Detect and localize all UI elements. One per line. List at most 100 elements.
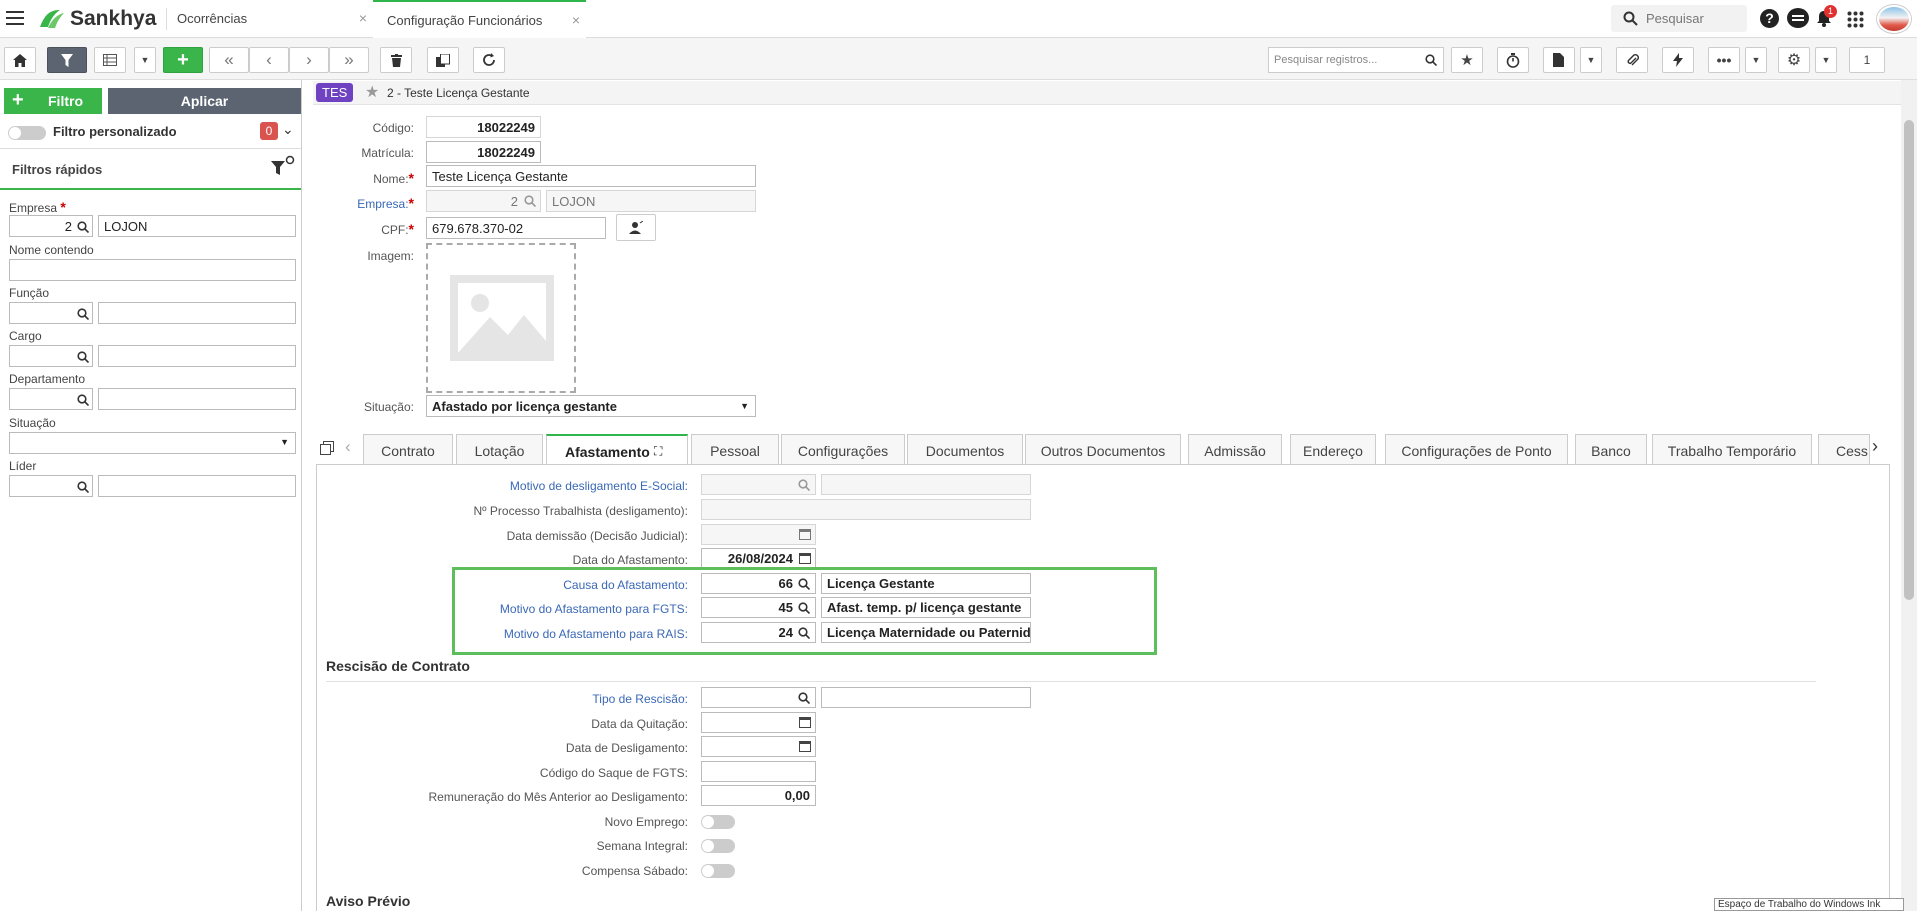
tabs-scroll-right-icon[interactable]: › — [1872, 436, 1878, 457]
attach-button[interactable] — [1616, 47, 1648, 73]
nome-contendo-input[interactable] — [9, 259, 296, 281]
scrollbar-thumb[interactable] — [1904, 120, 1914, 600]
matricula-field[interactable]: 18022249 — [426, 141, 541, 163]
grid-view-dropdown[interactable]: ▼ — [134, 47, 156, 73]
remuneracao-field[interactable]: 0,00 — [701, 785, 816, 806]
situacao-select[interactable]: Afastado por licença gestante ▼ — [426, 395, 756, 417]
export-button[interactable] — [1543, 47, 1575, 73]
tabs-scroll-left-icon[interactable]: ‹ — [345, 437, 351, 457]
tipo-rescisao-label[interactable]: Tipo de Rescisão: — [320, 692, 688, 706]
search-icon — [1623, 11, 1638, 26]
search-records-input[interactable]: Pesquisar registros... — [1268, 47, 1444, 73]
help-icon[interactable]: ? — [1760, 9, 1779, 28]
chevron-down-icon: ▼ — [1821, 55, 1831, 65]
tab-admissao[interactable]: Admissão — [1188, 434, 1282, 464]
semana-integral-toggle[interactable] — [701, 839, 735, 853]
first-record-button[interactable]: « — [209, 47, 249, 73]
file-export-icon — [1553, 53, 1564, 67]
home-button[interactable] — [4, 47, 36, 73]
bell-icon[interactable]: 1 — [1816, 5, 1837, 27]
expand-icon[interactable]: ⛶ — [654, 444, 662, 459]
tab-documentos[interactable]: Documentos — [907, 434, 1023, 464]
search-icon — [798, 578, 810, 590]
search-icon — [524, 195, 536, 207]
empresa-name-input[interactable]: LOJON — [98, 215, 296, 237]
more-dropdown[interactable]: ▼ — [1745, 47, 1767, 73]
tab-banco[interactable]: Banco — [1575, 434, 1647, 464]
calendar-icon[interactable] — [799, 741, 811, 752]
tab-afastamento[interactable]: Afastamento ⛶ — [546, 434, 688, 465]
cargo-name-input[interactable] — [98, 345, 296, 367]
tab-lotacao[interactable]: Lotação — [456, 434, 543, 464]
novo-emprego-label: Novo Emprego: — [604, 815, 688, 829]
export-dropdown[interactable]: ▼ — [1580, 47, 1602, 73]
add-filter-button[interactable]: + Filtro — [4, 88, 102, 114]
empresa-name-field: LOJON — [546, 190, 756, 212]
next-record-button[interactable]: › — [289, 47, 329, 73]
custom-filter-toggle[interactable] — [8, 126, 46, 140]
page-number[interactable]: 1 — [1849, 47, 1885, 73]
tab-configuracoes[interactable]: Configurações — [781, 434, 905, 464]
tab-configuracao-funcionarios[interactable]: Configuração Funcionários × — [373, 0, 586, 38]
last-record-button[interactable]: » — [329, 47, 369, 73]
image-placeholder[interactable] — [426, 243, 576, 393]
add-button[interactable]: + — [163, 47, 203, 73]
cpf-field[interactable]: 679.678.370-02 — [426, 217, 606, 239]
global-search[interactable]: Pesquisar — [1611, 5, 1747, 32]
settings-button[interactable]: ⚙ — [1778, 47, 1810, 73]
settings-dropdown[interactable]: ▼ — [1815, 47, 1837, 73]
apps-grid-icon[interactable] — [1847, 11, 1864, 28]
tab-ocorrencias[interactable]: Ocorrências × — [163, 0, 373, 38]
tab-trabalho-temporario[interactable]: Trabalho Temporário — [1652, 434, 1812, 464]
filter-button[interactable] — [47, 47, 87, 73]
motivo-desligamento-label[interactable]: Motivo de desligamento E-Social: — [320, 479, 688, 493]
tabs-overview-icon[interactable] — [320, 441, 334, 455]
apply-button[interactable]: Aplicar — [108, 88, 301, 114]
chevron-down-icon[interactable]: ⌄ — [282, 121, 294, 138]
funcao-name-input[interactable] — [98, 302, 296, 324]
causa-afastamento-label[interactable]: Causa do Afastamento: — [320, 578, 688, 592]
tab-cess[interactable]: Cess — [1818, 434, 1870, 464]
situacao-filter-label: Situação — [9, 416, 56, 430]
delete-button[interactable] — [380, 47, 412, 73]
star-icon[interactable]: ★ — [365, 82, 379, 102]
avatar[interactable] — [1877, 5, 1911, 33]
empresa-label[interactable]: Empresa:* — [313, 195, 414, 211]
calendar-icon[interactable] — [799, 553, 811, 564]
favorite-button[interactable]: ★ — [1451, 47, 1483, 73]
lider-name-input[interactable] — [98, 475, 296, 497]
sankhya-logo[interactable]: Sankhya — [36, 7, 156, 31]
more-button[interactable]: ••• — [1708, 47, 1740, 73]
chevron-right-icon: › — [306, 50, 312, 69]
situacao-select[interactable]: ▼ — [9, 432, 296, 454]
departamento-name-input[interactable] — [98, 388, 296, 410]
timer-button[interactable] — [1497, 47, 1529, 73]
filter-settings-icon[interactable] — [271, 155, 295, 177]
close-icon[interactable]: × — [359, 10, 367, 26]
menu-icon[interactable] — [6, 11, 24, 25]
motivo-rais-label[interactable]: Motivo do Afastamento para RAIS: — [320, 627, 688, 641]
codigo-saque-fgts-field[interactable] — [701, 761, 816, 782]
close-icon[interactable]: × — [572, 12, 580, 28]
search-icon — [798, 602, 810, 614]
tab-endereco[interactable]: Endereço — [1290, 434, 1376, 464]
tab-configuracoes-de-ponto[interactable]: Configurações de Ponto — [1385, 434, 1568, 464]
refresh-button[interactable] — [473, 47, 505, 73]
required-mark: * — [408, 195, 414, 211]
tab-outros-documentos[interactable]: Outros Documentos — [1025, 434, 1181, 464]
motivo-fgts-label[interactable]: Motivo do Afastamento para FGTS: — [320, 602, 688, 616]
duplicate-button[interactable] — [427, 47, 459, 73]
tab-contrato[interactable]: Contrato — [363, 434, 453, 464]
novo-emprego-toggle[interactable] — [701, 815, 735, 829]
chat-icon[interactable] — [1787, 8, 1809, 28]
actions-button[interactable] — [1662, 47, 1694, 73]
previous-record-button[interactable]: ‹ — [249, 47, 289, 73]
cpf-lookup-button[interactable] — [616, 214, 656, 241]
grid-view-button[interactable] — [94, 47, 126, 73]
motivo-rais-desc: Licença Maternidade ou Paternid — [821, 622, 1031, 643]
scrollbar[interactable] — [1901, 80, 1917, 911]
calendar-icon[interactable] — [799, 717, 811, 728]
tab-pessoal[interactable]: Pessoal — [691, 434, 779, 464]
nome-field[interactable]: Teste Licença Gestante — [426, 165, 756, 187]
compensa-sabado-toggle[interactable] — [701, 864, 735, 878]
